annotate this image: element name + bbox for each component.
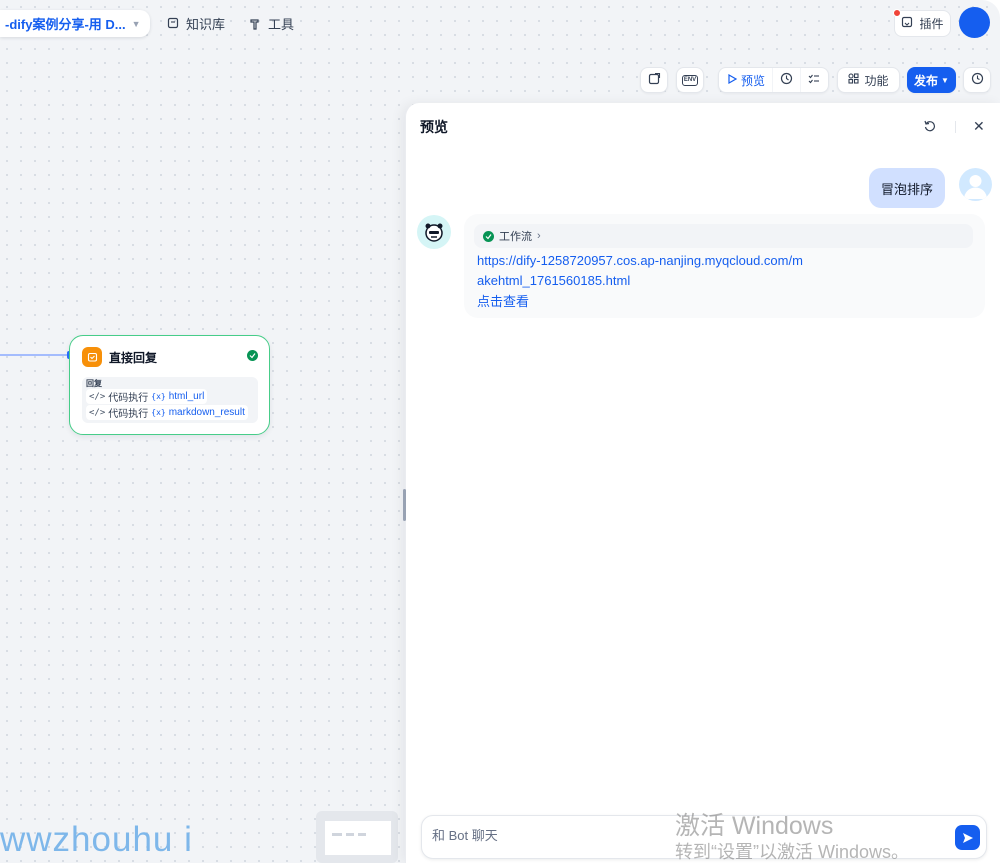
version-history-button[interactable] (963, 67, 991, 93)
app-name: -dify案例分享-用 D... (5, 17, 126, 32)
export-button[interactable] (640, 67, 668, 93)
connection-edge (0, 354, 70, 356)
activation-watermark-subtitle: 转到“设置”以激活 Windows。 (675, 842, 910, 862)
var-source: 代码执行 (108, 409, 149, 420)
workflow-process-toggle[interactable]: 工作流 › (474, 224, 973, 248)
restart-button[interactable] (923, 119, 939, 135)
minimap-node (346, 833, 354, 836)
var-name: markdown_result (168, 407, 245, 418)
preview-panel: 预览 ✕ 冒泡排序 工作流 › https://dify-1258720957.… (403, 103, 1000, 863)
preview-toolbar-group: 预览 (718, 67, 829, 93)
publish-label: 发布 (914, 73, 939, 88)
hammer-icon (248, 16, 262, 30)
play-icon (727, 73, 738, 87)
chat-input[interactable] (432, 828, 672, 843)
minimap-viewport (325, 821, 391, 855)
var-name: html_url (168, 391, 205, 402)
plugin-icon (901, 16, 913, 31)
features-button[interactable]: 功能 (837, 67, 900, 93)
workflow-label: 工作流 (499, 231, 532, 243)
refresh-icon (924, 120, 936, 132)
checklist-button[interactable] (800, 68, 827, 92)
nav-knowledge-label: 知识库 (186, 16, 226, 32)
user-avatar-icon (959, 168, 992, 201)
preview-label: 预览 (740, 73, 765, 88)
node-title: 直接回复 (109, 350, 158, 365)
corner-watermark: wwzhouhu i (0, 820, 193, 859)
success-check-icon (247, 350, 258, 361)
bot-message: 工作流 › https://dify-1258720957.cos.ap-nan… (464, 214, 985, 318)
checklist-icon (808, 73, 820, 88)
code-icon: </> (89, 391, 106, 402)
clock-play-icon (780, 72, 793, 88)
env-icon: ENV (681, 74, 699, 86)
reply-content: 回复 </> 代码执行 {x} html_url </> 代码执行 {x} ma… (82, 377, 258, 423)
variable-icon: {x} (151, 392, 166, 401)
user-message: 冒泡排序 (869, 168, 945, 208)
send-icon (962, 832, 973, 843)
publish-button[interactable]: 发布 ▼ (907, 67, 956, 93)
close-icon[interactable]: ✕ (973, 118, 985, 135)
minimap-node (358, 833, 366, 836)
reply-icon (82, 347, 102, 367)
activation-watermark-title: 激活 Windows (675, 812, 834, 840)
result-link[interactable]: https://dify-1258720957.cos.ap-nanjing.m… (477, 251, 807, 291)
nav-knowledge[interactable]: 知识库 (166, 12, 225, 34)
book-icon (166, 16, 180, 30)
variable-icon: {x} (151, 408, 166, 417)
chevron-down-icon: ▼ (941, 75, 949, 85)
panel-title: 预览 (420, 119, 448, 135)
features-label: 功能 (864, 73, 889, 88)
answer-node[interactable]: 直接回复 回复 </> 代码执行 {x} html_url </> 代码执行 {… (69, 335, 270, 435)
plugins-button[interactable]: 插件 (893, 9, 951, 37)
variable-tag: </> 代码执行 {x} markdown_result (86, 405, 248, 420)
grid-icon (848, 73, 860, 87)
view-link[interactable]: 点击查看 (477, 291, 529, 310)
app-selector[interactable]: -dify案例分享-用 D... ▼ (0, 10, 150, 37)
bot-avatar-icon (417, 215, 451, 249)
code-icon: </> (89, 407, 106, 418)
reply-label: 回复 (86, 379, 102, 388)
history-icon (971, 72, 984, 88)
chevron-right-icon: › (537, 230, 541, 242)
user-avatar[interactable] (959, 7, 990, 38)
nav-tools[interactable]: 工具 (248, 12, 294, 34)
chevron-down-icon: ▼ (131, 18, 141, 29)
variable-tag: </> 代码执行 {x} html_url (86, 389, 208, 404)
run-history-button[interactable] (772, 68, 800, 92)
panel-resize-handle[interactable] (403, 489, 406, 521)
preview-button[interactable]: 预览 (720, 68, 772, 92)
export-icon (648, 72, 661, 88)
notification-dot (893, 9, 901, 17)
minimap[interactable] (316, 811, 398, 863)
divider (955, 121, 956, 133)
user-message-text: 冒泡排序 (880, 181, 933, 197)
minimap-node (332, 833, 342, 836)
send-button[interactable] (955, 825, 980, 850)
success-check-icon (483, 230, 494, 242)
nav-tools-label: 工具 (268, 16, 295, 32)
plugins-label: 插件 (919, 17, 944, 31)
var-source: 代码执行 (108, 393, 149, 404)
env-button[interactable]: ENV (676, 67, 704, 93)
